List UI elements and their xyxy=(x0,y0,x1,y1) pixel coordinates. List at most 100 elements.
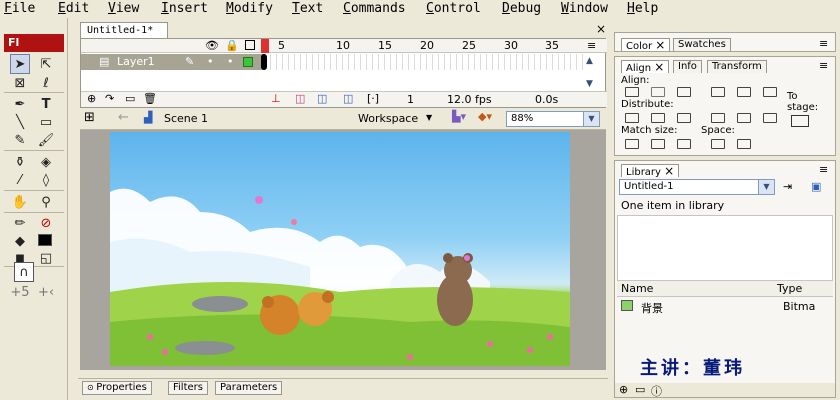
scroll-down-icon[interactable]: ▼ xyxy=(586,79,593,89)
eyedropper-tool-icon[interactable]: ⁄ xyxy=(10,170,30,190)
close-document-icon[interactable]: × xyxy=(596,22,606,36)
menu-file[interactable]: File xyxy=(4,0,35,17)
zoom-select[interactable]: 88% ▼ xyxy=(506,111,600,127)
paint-bucket-tool-icon[interactable]: ◈ xyxy=(36,152,56,172)
tab-library[interactable]: Library × xyxy=(621,164,680,178)
close-icon[interactable]: × xyxy=(655,38,665,52)
snap-magnet-icon[interactable]: ∩ xyxy=(14,262,34,282)
space-horizontal-icon[interactable] xyxy=(737,139,751,149)
menu-text[interactable]: Text xyxy=(292,0,323,17)
visible-dot[interactable]: • xyxy=(207,55,214,68)
new-folder-icon[interactable]: ▭ xyxy=(635,383,645,396)
stage-canvas[interactable] xyxy=(110,132,570,366)
chevron-down-icon[interactable]: ▼ xyxy=(758,180,774,194)
distribute-vcenter-icon[interactable] xyxy=(651,113,665,123)
tab-swatches[interactable]: Swatches xyxy=(673,38,731,51)
insert-layer-icon[interactable]: ⊕ xyxy=(87,92,96,105)
distribute-bottom-icon[interactable] xyxy=(677,113,691,123)
align-vcenter-icon[interactable] xyxy=(737,87,751,97)
tab-align[interactable]: Align × xyxy=(621,60,670,74)
new-symbol-icon[interactable]: ⊕ xyxy=(619,383,628,396)
timeline-toggle-icon[interactable]: ⊞ xyxy=(84,110,95,125)
insert-folder-icon[interactable]: ▭ xyxy=(125,92,135,105)
delete-layer-icon[interactable]: 🗑 xyxy=(143,92,157,105)
library-item[interactable]: 背景 Bitma xyxy=(617,299,833,315)
space-vertical-icon[interactable] xyxy=(711,139,725,149)
chevron-down-icon[interactable]: ▼ xyxy=(583,112,599,126)
col-name-header[interactable]: Name xyxy=(621,282,653,295)
document-tab[interactable]: Untitled-1* × xyxy=(80,22,168,52)
tab-filters[interactable]: Filters xyxy=(168,381,208,395)
close-icon[interactable]: × xyxy=(664,164,674,178)
distribute-right-icon[interactable] xyxy=(763,113,777,123)
modify-markers-icon[interactable]: [·] xyxy=(367,92,379,105)
menu-debug[interactable]: Debug xyxy=(502,0,541,17)
match-width-icon[interactable] xyxy=(625,139,639,149)
no-color-icon[interactable]: ⊘ xyxy=(36,213,56,233)
line-tool-icon[interactable]: ╲ xyxy=(10,112,30,132)
straighten-icon[interactable]: +‹ xyxy=(36,282,56,302)
layer-color-swatch[interactable] xyxy=(243,57,253,67)
lock-icon[interactable]: 🔒 xyxy=(225,39,239,52)
workspace-dropdown-icon[interactable]: ▼ xyxy=(426,113,432,122)
edit-scene-icon[interactable]: ◆▾ xyxy=(478,110,492,123)
add-motion-guide-icon[interactable]: ↷ xyxy=(105,92,114,105)
match-both-icon[interactable] xyxy=(677,139,691,149)
library-document-select[interactable]: Untitled-1 ▼ xyxy=(619,179,775,195)
menu-commands[interactable]: Commands xyxy=(343,0,406,17)
stroke-color-icon[interactable]: ✏ xyxy=(10,213,30,233)
menu-window[interactable]: Window xyxy=(561,0,608,17)
free-transform-tool-icon[interactable]: ⊠ xyxy=(10,73,30,93)
rectangle-tool-icon[interactable]: ▭ xyxy=(36,112,56,132)
onion-skin-icon[interactable]: ◫ xyxy=(295,92,305,105)
tab-color[interactable]: Color × xyxy=(621,38,671,52)
swap-colors-icon[interactable]: ◱ xyxy=(36,248,56,268)
align-left-icon[interactable] xyxy=(625,87,639,97)
menu-edit[interactable]: Edit xyxy=(58,0,89,17)
back-arrow-icon[interactable]: ← xyxy=(118,110,129,125)
layer-row[interactable]: ▤ Layer1 ✎ • • xyxy=(81,54,265,70)
distribute-hcenter-icon[interactable] xyxy=(737,113,751,123)
pin-library-icon[interactable]: ⇥ xyxy=(783,180,792,193)
ink-bottle-tool-icon[interactable]: ⚱ xyxy=(10,152,30,172)
panel-menu-icon[interactable]: ≡ xyxy=(819,163,828,176)
brush-tool-icon[interactable]: 🖌 xyxy=(36,130,56,150)
outline-icon[interactable] xyxy=(245,40,255,50)
subselection-tool-icon[interactable]: ⇱ xyxy=(36,54,56,74)
scroll-up-icon[interactable]: ▲ xyxy=(586,56,593,66)
edit-multiple-frames-icon[interactable]: ◫ xyxy=(343,92,353,105)
menu-view[interactable]: View xyxy=(108,0,139,17)
text-tool-icon[interactable]: T xyxy=(36,94,56,114)
center-frame-icon[interactable]: ⊥ xyxy=(271,92,281,105)
keyframe[interactable] xyxy=(261,54,267,70)
lock-dot[interactable]: • xyxy=(227,55,234,68)
panel-menu-icon[interactable]: ≡ xyxy=(819,37,828,50)
layer-name[interactable]: Layer1 xyxy=(117,55,155,68)
properties-icon[interactable]: ⓘ xyxy=(651,383,662,399)
timeline-menu-icon[interactable]: ≡ xyxy=(587,39,596,52)
menu-insert[interactable]: Insert xyxy=(161,0,208,17)
match-height-icon[interactable] xyxy=(651,139,665,149)
eye-icon[interactable]: 👁 xyxy=(205,39,219,52)
tab-info[interactable]: Info xyxy=(673,60,702,73)
scene-label[interactable]: Scene 1 xyxy=(164,112,208,125)
pencil-tool-icon[interactable]: ✎ xyxy=(10,130,30,150)
menu-control[interactable]: Control xyxy=(426,0,481,17)
hand-tool-icon[interactable]: ✋ xyxy=(10,192,30,212)
onion-outlines-icon[interactable]: ◫ xyxy=(317,92,327,105)
tab-parameters[interactable]: Parameters xyxy=(215,381,283,395)
fill-swatch[interactable] xyxy=(38,234,52,246)
col-type-header[interactable]: Type xyxy=(777,282,802,295)
frames-strip[interactable] xyxy=(261,54,583,70)
lasso-tool-icon[interactable]: ℓ xyxy=(36,73,56,93)
eraser-tool-icon[interactable]: ◊ xyxy=(36,170,56,190)
align-top-icon[interactable] xyxy=(711,87,725,97)
tab-properties[interactable]: ⊙ Properties xyxy=(82,381,152,395)
distribute-top-icon[interactable] xyxy=(625,113,639,123)
playhead[interactable] xyxy=(261,39,269,53)
zoom-tool-icon[interactable]: ⚲ xyxy=(36,192,56,212)
align-right-icon[interactable] xyxy=(677,87,691,97)
align-bottom-icon[interactable] xyxy=(763,87,777,97)
smooth-icon[interactable]: +5 xyxy=(10,282,30,302)
workspace-button[interactable]: Workspace xyxy=(358,112,418,125)
